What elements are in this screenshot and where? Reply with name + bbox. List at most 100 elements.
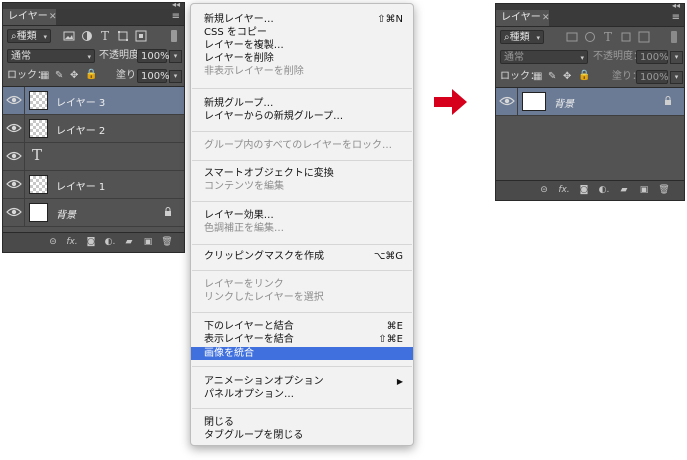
layer-thumbnail[interactable] (29, 175, 48, 194)
fx-icon[interactable]: fx. (66, 236, 78, 248)
filter-toggle-switch[interactable] (671, 31, 677, 43)
layer-row-background[interactable]: 背景 (3, 199, 184, 227)
menu-item-label: リンクしたレイヤーを選択 (204, 292, 324, 303)
adjustment-layer-icon[interactable]: ◐. (598, 184, 610, 196)
layer-thumbnail[interactable] (29, 91, 48, 110)
eye-icon[interactable] (499, 95, 515, 107)
filter-toggle-switch[interactable] (171, 30, 177, 42)
layer-row-layer-1[interactable]: レイヤー 1 (3, 171, 184, 199)
shape-filter-icon[interactable] (117, 30, 129, 42)
shape-filter-icon[interactable] (620, 31, 632, 43)
lock-transparent-icon[interactable]: ▦ (40, 70, 49, 81)
menu-item-merge-down[interactable]: 下のレイヤーと結合 ⌘E (191, 320, 413, 333)
layer-row-layer-3[interactable]: レイヤー 3 (3, 87, 184, 115)
panel-menu-icon[interactable]: ≡ (672, 12, 680, 24)
menu-item-layer-effects[interactable]: レイヤー効果… (191, 209, 413, 222)
folder-icon[interactable]: ▰ (123, 236, 135, 248)
menu-item-flatten-image[interactable]: 画像を統合 (191, 347, 413, 360)
opacity-slider-button[interactable]: ▾ (169, 50, 182, 63)
layer-name[interactable]: 背景 (554, 95, 574, 110)
new-layer-icon[interactable]: ▣ (142, 236, 154, 248)
tab-layers[interactable]: レイヤー (3, 9, 56, 25)
panel-menu-icon[interactable]: ≡ (172, 11, 180, 23)
menu-item-close-tab-group[interactable]: タブグループを閉じる (191, 429, 413, 442)
image-filter-icon[interactable] (63, 30, 75, 42)
type-filter-icon[interactable]: T (99, 30, 111, 42)
type-filter-icon[interactable]: T (602, 31, 614, 43)
link-layers-icon[interactable]: ⊝ (538, 184, 550, 196)
menu-item-new-layer[interactable]: 新規レイヤー… ⇧⌘N (191, 13, 413, 26)
blend-mode-select[interactable]: 通常 ▾ (500, 50, 588, 64)
folder-icon[interactable]: ▰ (618, 184, 630, 196)
eye-icon[interactable] (6, 94, 22, 106)
layer-row-type[interactable]: T (3, 143, 184, 171)
fill-slider-button[interactable]: ▾ (670, 71, 683, 84)
fill-input[interactable]: 100% (137, 69, 170, 83)
lock-image-icon[interactable]: ✎ (55, 70, 63, 81)
lock-transparent-icon[interactable]: ▦ (533, 71, 542, 82)
opacity-slider-button[interactable]: ▾ (670, 51, 683, 64)
filter-kind-select[interactable]: ⌕種類 ▾ (7, 29, 51, 43)
tab-layers[interactable]: レイヤー (496, 10, 549, 26)
menu-item-label: 新規レイヤー… (204, 14, 274, 25)
lock-all-icon[interactable]: 🔒 (85, 69, 97, 80)
menu-item-close[interactable]: 閉じる (191, 416, 413, 429)
link-layers-icon[interactable]: ⊝ (47, 236, 59, 248)
close-icon[interactable]: ✕ (542, 10, 550, 26)
menu-item-label: レイヤー効果… (204, 210, 274, 221)
type-layer-icon[interactable]: T (32, 146, 42, 164)
new-layer-icon[interactable]: ▣ (638, 184, 650, 196)
lock-all-icon[interactable]: 🔒 (578, 70, 590, 81)
adjustment-filter-icon[interactable] (81, 30, 93, 42)
blend-mode-select[interactable]: 通常 ▾ (7, 49, 95, 63)
layer-thumbnail[interactable] (29, 203, 48, 222)
opacity-input[interactable]: 100% (137, 49, 170, 63)
close-icon[interactable]: ✕ (49, 9, 57, 25)
menu-item-create-clipping-mask[interactable]: クリッピングマスクを作成 ⌥⌘G (191, 250, 413, 263)
menu-item-link-layers: レイヤーをリンク (191, 278, 413, 291)
trash-icon[interactable]: 🗑 (658, 184, 670, 196)
fill-slider-button[interactable]: ▾ (169, 70, 182, 83)
menu-item-new-group[interactable]: 新規グループ… (191, 97, 413, 110)
layer-row-layer-2[interactable]: レイヤー 2 (3, 115, 184, 143)
adjustment-layer-icon[interactable]: ◐. (104, 236, 116, 248)
eye-icon[interactable] (6, 178, 22, 190)
menu-item-new-group-from-layers[interactable]: レイヤーからの新規グループ… (191, 110, 413, 123)
adjustment-filter-icon[interactable] (584, 31, 596, 43)
eye-icon[interactable] (6, 150, 22, 162)
image-filter-icon[interactable] (566, 31, 578, 43)
collapse-icon[interactable]: ◂◂ (172, 0, 180, 9)
layer-name[interactable]: レイヤー 3 (56, 94, 105, 109)
menu-item-label: 閉じる (204, 417, 234, 428)
fill-input[interactable]: 100% (636, 70, 669, 84)
smart-object-filter-icon[interactable] (638, 31, 650, 43)
menu-item-duplicate-layer[interactable]: レイヤーを複製… (191, 39, 413, 52)
add-mask-icon[interactable]: ◙ (85, 236, 97, 248)
eye-icon[interactable] (6, 122, 22, 134)
menu-item-delete-layer[interactable]: レイヤーを削除 (191, 52, 413, 65)
lock-position-icon[interactable]: ✥ (70, 70, 78, 81)
filter-kind-label: 種類 (509, 32, 530, 43)
trash-icon[interactable]: 🗑 (161, 236, 173, 248)
opacity-input[interactable]: 100% (636, 50, 669, 64)
eye-icon[interactable] (6, 206, 22, 218)
smart-object-filter-icon[interactable] (135, 30, 147, 42)
layer-thumbnail[interactable] (29, 119, 48, 138)
menu-item-convert-to-smart-object[interactable]: スマートオブジェクトに変換 (191, 167, 413, 180)
layer-name[interactable]: レイヤー 1 (56, 178, 105, 193)
fx-icon[interactable]: fx. (558, 184, 570, 196)
layer-row-background[interactable]: 背景 (496, 88, 684, 116)
layer-name[interactable]: レイヤー 2 (56, 122, 105, 137)
panel-tab-bar: レイヤー ✕ ≡ (496, 10, 684, 27)
menu-item-animation-options[interactable]: アニメーションオプション ▶ (191, 375, 413, 388)
collapse-icon[interactable]: ◂◂ (672, 1, 680, 10)
menu-item-panel-options[interactable]: パネルオプション… (191, 388, 413, 401)
menu-item-copy-css[interactable]: CSS をコピー (191, 26, 413, 39)
add-mask-icon[interactable]: ◙ (578, 184, 590, 196)
layer-name[interactable]: 背景 (56, 206, 76, 221)
layer-thumbnail[interactable] (522, 92, 546, 111)
lock-position-icon[interactable]: ✥ (563, 71, 571, 82)
filter-kind-select[interactable]: ⌕種類 ▾ (500, 30, 544, 44)
menu-item-merge-visible[interactable]: 表示レイヤーを結合 ⇧⌘E (191, 333, 413, 346)
lock-image-icon[interactable]: ✎ (548, 71, 556, 82)
